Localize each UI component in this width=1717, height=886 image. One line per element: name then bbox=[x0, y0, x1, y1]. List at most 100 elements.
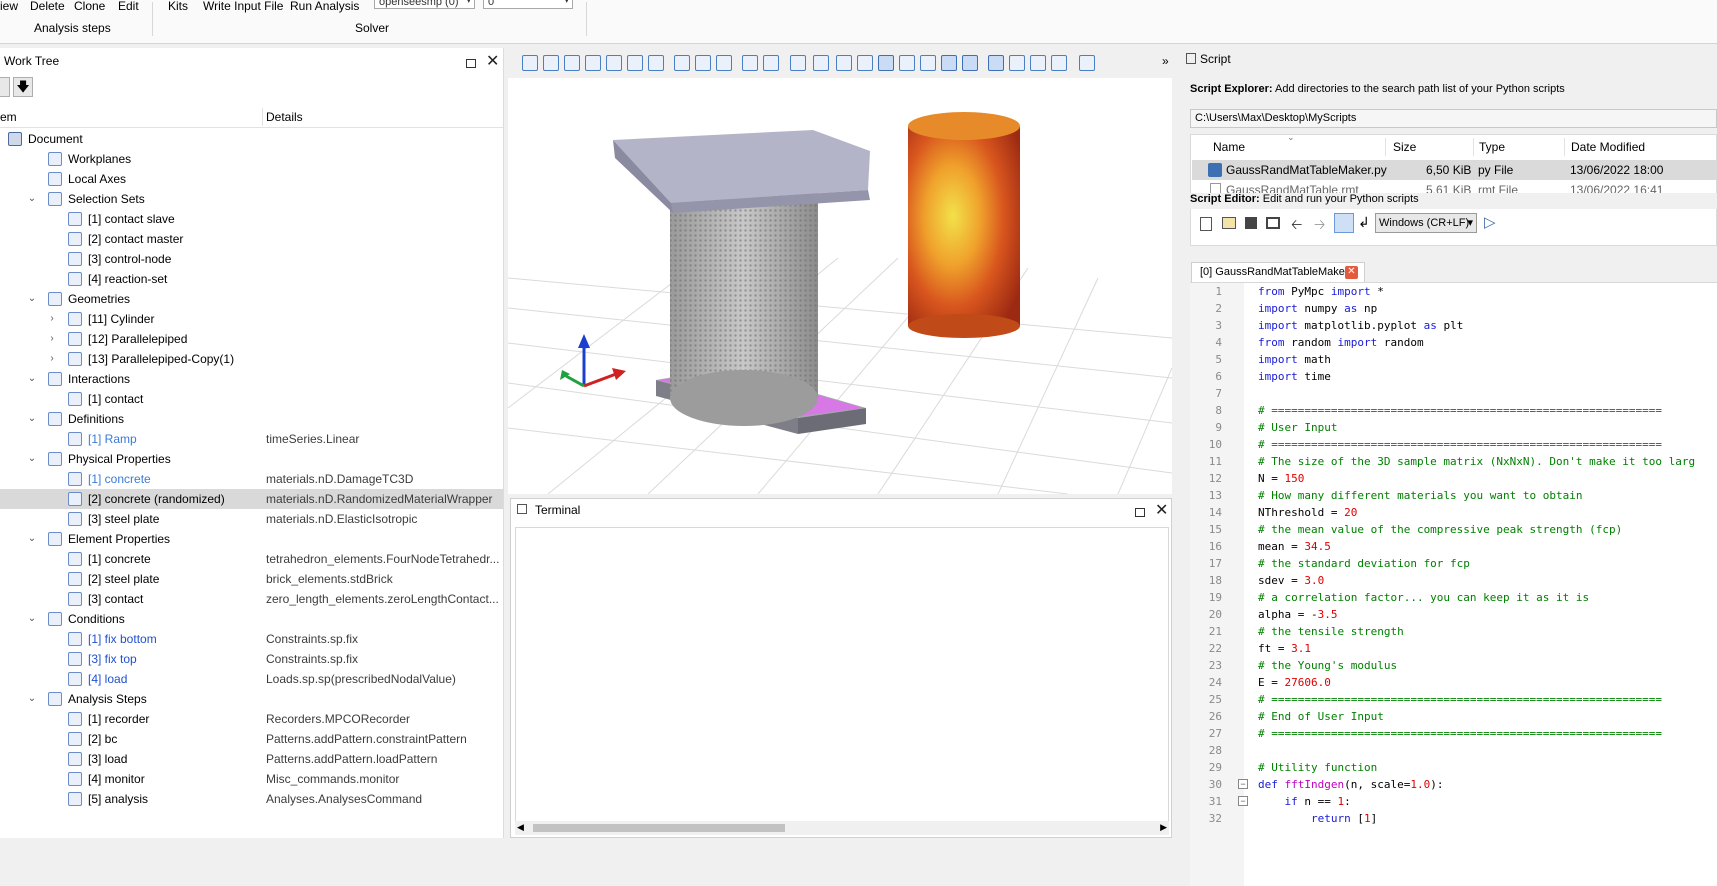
column-name[interactable]: Name bbox=[1213, 135, 1245, 159]
view-tool-icon[interactable] bbox=[1079, 55, 1095, 71]
close-icon[interactable]: ✕ bbox=[486, 54, 499, 70]
view-tool-icon[interactable] bbox=[716, 55, 732, 71]
chevron-down-icon[interactable]: ⌄ bbox=[26, 609, 38, 629]
tree-row[interactable]: Local Axes bbox=[0, 169, 503, 189]
view-tool-icon[interactable] bbox=[674, 55, 690, 71]
chevron-down-icon[interactable]: ⌄ bbox=[26, 689, 38, 709]
write-input-file-button[interactable]: Write Input File bbox=[203, 0, 283, 13]
view-tool-icon[interactable] bbox=[813, 55, 829, 71]
scrollbar-thumb[interactable] bbox=[533, 824, 785, 832]
view-tool-icon[interactable] bbox=[836, 55, 852, 71]
run-analysis-button[interactable]: Run Analysis bbox=[290, 0, 359, 13]
view-tool-icon[interactable] bbox=[941, 55, 957, 71]
tree-row[interactable]: ⌄ Definitions bbox=[0, 409, 503, 429]
procs-combo[interactable]: 0 ▾ bbox=[483, 0, 573, 9]
tree-row[interactable]: [3] control-node bbox=[0, 249, 503, 269]
tree-row[interactable]: [3] steel plate materials.nD.ElasticIsotr… bbox=[0, 509, 503, 529]
chevron-down-icon[interactable]: ⌄ bbox=[26, 189, 38, 209]
tree-row[interactable]: [2] bc Patterns.addPattern.constraintPatt… bbox=[0, 729, 503, 749]
tree-row[interactable]: [2] concrete (randomized) materials.nD.Ra… bbox=[0, 489, 503, 509]
chevron-right-icon[interactable]: › bbox=[46, 349, 58, 369]
chevron-down-icon[interactable]: ⌄ bbox=[26, 449, 38, 469]
column-separator[interactable] bbox=[262, 108, 263, 126]
back-arrow-icon[interactable]: 🡠 bbox=[1291, 214, 1302, 238]
tree-row[interactable]: [4] load Loads.sp.sp(prescribedNodalValue… bbox=[0, 669, 503, 689]
view-tool-icon[interactable] bbox=[1009, 55, 1025, 71]
tree-row[interactable]: [1] Ramp timeSeries.Linear bbox=[0, 429, 503, 449]
view-tool-icon[interactable] bbox=[920, 55, 936, 71]
view-tool-icon[interactable] bbox=[522, 55, 538, 71]
chevron-down-icon[interactable]: ⌄ bbox=[26, 529, 38, 549]
tree-row[interactable]: [4] reaction-set bbox=[0, 269, 503, 289]
tree-row[interactable]: › [12] Parallelepiped bbox=[0, 329, 503, 349]
tree-row[interactable]: › [11] Cylinder bbox=[0, 309, 503, 329]
view-tool-icon[interactable] bbox=[1051, 55, 1067, 71]
view-tool-icon[interactable] bbox=[742, 55, 758, 71]
run-script-icon[interactable]: ▷ bbox=[1484, 213, 1496, 231]
view-tool-icon[interactable] bbox=[1030, 55, 1046, 71]
edit-button[interactable]: Edit bbox=[118, 0, 139, 13]
close-icon[interactable]: ✕ bbox=[1155, 503, 1168, 519]
view-tool-icon[interactable] bbox=[878, 55, 894, 71]
view-tool-icon[interactable] bbox=[606, 55, 622, 71]
terminal-output[interactable] bbox=[515, 527, 1169, 823]
column-details[interactable]: Details bbox=[266, 110, 303, 124]
kits-button[interactable]: Kits bbox=[168, 0, 188, 13]
save-all-icon[interactable] bbox=[1266, 217, 1280, 229]
scroll-left-icon[interactable]: ◀ bbox=[517, 822, 524, 833]
tree-row[interactable]: [5] analysis Analyses.AnalysesCommand bbox=[0, 789, 503, 809]
tree-row[interactable]: › [13] Parallelepiped-Copy(1) bbox=[0, 349, 503, 369]
tree-row[interactable]: ⌄ Conditions bbox=[0, 609, 503, 629]
view-tool-icon[interactable] bbox=[543, 55, 559, 71]
tree-row[interactable]: ⌄ Selection Sets bbox=[0, 189, 503, 209]
tree-row[interactable]: ⌄ Physical Properties bbox=[0, 449, 503, 469]
fold-toggle-icon[interactable]: − bbox=[1238, 779, 1248, 789]
view-tool-icon[interactable] bbox=[695, 55, 711, 71]
file-row[interactable]: GaussRandMatTableMaker.py 6,50 KiB py Fi… bbox=[1192, 160, 1717, 180]
open-folder-icon[interactable] bbox=[1222, 217, 1236, 229]
tree-row[interactable]: [1] concrete materials.nD.DamageTC3D bbox=[0, 469, 503, 489]
restore-icon[interactable] bbox=[1135, 508, 1145, 517]
more-tools-icon[interactable]: » bbox=[1162, 54, 1169, 68]
clone-button[interactable]: Clone bbox=[74, 0, 105, 13]
line-ending-select[interactable]: Windows (CR+LF) ▾ bbox=[1375, 213, 1477, 233]
chevron-down-icon[interactable]: ⌄ bbox=[26, 289, 38, 309]
view-tool-icon[interactable] bbox=[564, 55, 580, 71]
column-date[interactable]: Date Modified bbox=[1571, 135, 1645, 159]
column-separator[interactable] bbox=[1564, 138, 1565, 156]
horizontal-scrollbar[interactable]: ◀ ▶ bbox=[515, 821, 1169, 835]
scroll-right-icon[interactable]: ▶ bbox=[1160, 822, 1167, 833]
view-button[interactable]: iew bbox=[0, 0, 18, 13]
tree-row[interactable]: Document bbox=[0, 129, 503, 149]
view-tool-icon[interactable] bbox=[585, 55, 601, 71]
view-tool-icon[interactable] bbox=[899, 55, 915, 71]
code-editor[interactable]: 1 from PyMpc import * 2 import numpy as np 3… bbox=[1190, 282, 1717, 886]
tree-row[interactable]: [3] fix top Constraints.sp.fix bbox=[0, 649, 503, 669]
save-icon[interactable] bbox=[1245, 217, 1257, 229]
tree-row[interactable]: [2] contact master bbox=[0, 229, 503, 249]
chevron-down-icon[interactable]: ⌄ bbox=[26, 409, 38, 429]
collapse-button[interactable] bbox=[0, 77, 10, 97]
tree-row[interactable]: [2] steel plate brick_elements.stdBrick bbox=[0, 569, 503, 589]
restore-icon[interactable] bbox=[466, 59, 476, 68]
view-tool-icon[interactable] bbox=[763, 55, 779, 71]
column-size[interactable]: Size bbox=[1393, 135, 1416, 159]
close-tab-icon[interactable]: ✕ bbox=[1345, 266, 1358, 279]
fold-toggle-icon[interactable]: − bbox=[1238, 796, 1248, 806]
view-tool-icon[interactable] bbox=[627, 55, 643, 71]
tree-row[interactable]: ⌄ Geometries bbox=[0, 289, 503, 309]
tree-row[interactable]: ⌄ Analysis Steps bbox=[0, 689, 503, 709]
tree-row[interactable]: Workplanes bbox=[0, 149, 503, 169]
tree-row[interactable]: [1] fix bottom Constraints.sp.fix bbox=[0, 629, 503, 649]
column-separator[interactable] bbox=[1385, 138, 1386, 156]
tree-row[interactable]: ⌄ Element Properties bbox=[0, 529, 503, 549]
script-path-input[interactable]: C:\Users\Max\Desktop\MyScripts bbox=[1190, 109, 1717, 128]
whitespace-toggle-icon[interactable] bbox=[1334, 213, 1354, 233]
tree-row[interactable]: [1] concrete tetrahedron_elements.FourNod… bbox=[0, 549, 503, 569]
view-tool-icon[interactable] bbox=[857, 55, 873, 71]
view-tool-icon[interactable] bbox=[790, 55, 806, 71]
tree-row[interactable]: ⌄ Interactions bbox=[0, 369, 503, 389]
column-type[interactable]: Type bbox=[1479, 135, 1505, 159]
3d-viewport[interactable] bbox=[508, 78, 1172, 494]
new-file-icon[interactable] bbox=[1200, 217, 1212, 231]
